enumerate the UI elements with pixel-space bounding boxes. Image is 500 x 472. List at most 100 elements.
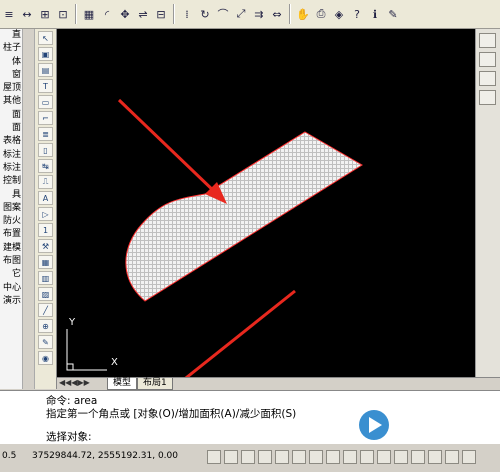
fillet-icon[interactable]: ⌒ bbox=[215, 6, 231, 22]
menu-item[interactable]: 面 bbox=[0, 109, 22, 122]
status-toggle-button[interactable] bbox=[428, 450, 442, 464]
dim-100-icon[interactable]: 1 bbox=[38, 223, 53, 237]
scroll-tool-button[interactable] bbox=[479, 90, 496, 105]
status-toggle-button[interactable] bbox=[309, 450, 323, 464]
render-icon[interactable]: ◈ bbox=[331, 6, 347, 22]
pointer-icon[interactable]: ↖ bbox=[38, 31, 53, 45]
menu-item[interactable]: 窗 bbox=[0, 69, 22, 82]
status-toggle-button[interactable] bbox=[275, 450, 289, 464]
line-icon[interactable]: ╱ bbox=[38, 303, 53, 317]
status-toggle-button[interactable] bbox=[360, 450, 374, 464]
menu-item[interactable]: 演示 bbox=[0, 295, 22, 308]
properties-icon[interactable]: ⊡ bbox=[55, 6, 71, 22]
grid-icon[interactable]: ▦ bbox=[81, 6, 97, 22]
status-toggle-button[interactable] bbox=[377, 450, 391, 464]
drawing-canvas[interactable]: Y X bbox=[57, 29, 475, 423]
help-icon[interactable]: ? bbox=[349, 6, 365, 22]
tip-icon[interactable]: ✎ bbox=[385, 6, 401, 22]
menu-item[interactable]: 其他 bbox=[0, 95, 22, 108]
status-toggle-button[interactable] bbox=[224, 450, 238, 464]
toolbar-separator bbox=[173, 4, 175, 24]
snap-icon[interactable]: ⊞ bbox=[37, 6, 53, 22]
brush-icon[interactable]: ✎ bbox=[38, 335, 53, 349]
offset-icon[interactable]: ⇉ bbox=[251, 6, 267, 22]
window-icon[interactable]: ▯ bbox=[38, 143, 53, 157]
menu-item[interactable]: 防火 bbox=[0, 215, 22, 228]
info-icon[interactable]: ℹ bbox=[367, 6, 383, 22]
stair-icon[interactable]: ≣ bbox=[38, 127, 53, 141]
command-prompt[interactable]: 选择对象: bbox=[46, 429, 92, 444]
tool-icon[interactable]: ⚒ bbox=[38, 239, 53, 253]
status-toggle-button[interactable] bbox=[343, 450, 357, 464]
menu-item[interactable]: 布图 bbox=[0, 255, 22, 268]
menu-item[interactable]: 图案 bbox=[0, 202, 22, 215]
command-history-line-2: 指定第一个角点或 [对象(O)/增加面积(A)/减少面积(S) bbox=[46, 408, 297, 420]
arc-icon[interactable]: ◜ bbox=[99, 6, 115, 22]
menu-item[interactable]: 表格 bbox=[0, 135, 22, 148]
wall-icon[interactable]: ▭ bbox=[38, 95, 53, 109]
coordinate-readout: 37529844.72, 2555192.31, 0.00 bbox=[32, 451, 178, 461]
eye-icon[interactable]: ◉ bbox=[38, 351, 53, 365]
dim-a-icon[interactable]: A bbox=[38, 191, 53, 205]
scroll-tool-button[interactable] bbox=[479, 33, 496, 48]
status-toggle-button[interactable] bbox=[207, 450, 221, 464]
drawing-svg: Y X bbox=[66, 98, 363, 423]
move-icon[interactable]: ✥ bbox=[117, 6, 133, 22]
status-toggle-button[interactable] bbox=[462, 450, 476, 464]
scroll-tool-button[interactable] bbox=[479, 71, 496, 86]
block-icon[interactable]: ▥ bbox=[38, 271, 53, 285]
select-icon[interactable]: ▣ bbox=[38, 47, 53, 61]
menu-item[interactable]: 具 bbox=[0, 189, 22, 202]
status-toggle-button[interactable] bbox=[394, 450, 408, 464]
door-icon[interactable]: ⌐ bbox=[38, 111, 53, 125]
scale-value[interactable]: 0.5 bbox=[2, 451, 16, 461]
tab-layout1[interactable]: 布局1 bbox=[137, 378, 173, 390]
ucs-x-label: X bbox=[111, 357, 118, 368]
menu-item[interactable]: 柱子 bbox=[0, 42, 22, 55]
pan-icon[interactable]: ✋ bbox=[295, 6, 311, 22]
status-toggle-button[interactable] bbox=[241, 450, 255, 464]
mirror-icon[interactable]: ⎍ bbox=[38, 175, 53, 189]
status-toggle-button[interactable] bbox=[258, 450, 272, 464]
menu-item[interactable]: 标注 bbox=[0, 162, 22, 175]
menu-item[interactable]: 它 bbox=[0, 268, 22, 281]
beam-icon[interactable]: ↹ bbox=[38, 159, 53, 173]
menu-item[interactable]: 中心 bbox=[0, 282, 22, 295]
refresh-icon[interactable]: ↻ bbox=[197, 6, 213, 22]
tab-model[interactable]: 模型 bbox=[107, 378, 138, 390]
status-toggle-button[interactable] bbox=[326, 450, 340, 464]
hatched-region[interactable] bbox=[125, 131, 363, 302]
menu-item[interactable]: 控制 bbox=[0, 175, 22, 188]
vertical-scrollbar[interactable] bbox=[475, 29, 500, 377]
text-icon[interactable]: T bbox=[38, 79, 53, 93]
stretch-icon[interactable]: ⇔ bbox=[269, 6, 285, 22]
toolbar-separator bbox=[289, 4, 291, 24]
image-icon[interactable]: ▨ bbox=[38, 287, 53, 301]
scroll-tool-button[interactable] bbox=[479, 52, 496, 67]
status-toggle-button[interactable] bbox=[411, 450, 425, 464]
layer-icon[interactable]: ▤ bbox=[38, 63, 53, 77]
menu-item[interactable]: 布置 bbox=[0, 228, 22, 241]
scale-icon[interactable]: ⤢ bbox=[233, 6, 249, 22]
menu-item[interactable]: 体 bbox=[0, 56, 22, 69]
label-icon[interactable]: ▷ bbox=[38, 207, 53, 221]
align-icon[interactable]: ⊟ bbox=[153, 6, 169, 22]
zoom-icon[interactable]: ⊕ bbox=[38, 319, 53, 333]
match-icon[interactable]: ⇌ bbox=[135, 6, 151, 22]
hatch-icon[interactable]: ▦ bbox=[38, 255, 53, 269]
dimension-icon[interactable]: ↔ bbox=[19, 6, 35, 22]
top-toolbar: ≡ ↔ ⊞ ⊡ ▦ ◜ ✥ ⇌ ⊟ ⁞ ↻ ⌒ ⤢ ⇉ ⇔ ✋ ⎙ ◈? ℹ ✎ bbox=[0, 0, 500, 29]
menu-item[interactable]: 建模 bbox=[0, 242, 22, 255]
menu-item[interactable]: 标注 bbox=[0, 149, 22, 162]
layers-icon[interactable]: ≡ bbox=[1, 6, 17, 22]
menu-item[interactable]: 面 bbox=[0, 122, 22, 135]
status-toggle-button[interactable] bbox=[445, 450, 459, 464]
tool-icon-column: ↖ ▣ ▤ T ▭ ⌐ ≣ ▯ ↹ ⎍ A ▷ 1 ⚒ ▦ ▥ ▨ ╱ ⊕ ✎ ◉ bbox=[34, 29, 57, 389]
tab-nav-arrows-icon[interactable]: ◀◀◀▶▶ bbox=[59, 378, 90, 387]
menu-item[interactable]: 直 bbox=[0, 29, 22, 42]
plot-icon[interactable]: ⎙ bbox=[313, 6, 329, 22]
menu-item[interactable]: 屋顶 bbox=[0, 82, 22, 95]
watermark-brand: 溜溜自学 bbox=[396, 408, 457, 426]
array-icon[interactable]: ⁞ bbox=[179, 6, 195, 22]
status-toggle-button[interactable] bbox=[292, 450, 306, 464]
